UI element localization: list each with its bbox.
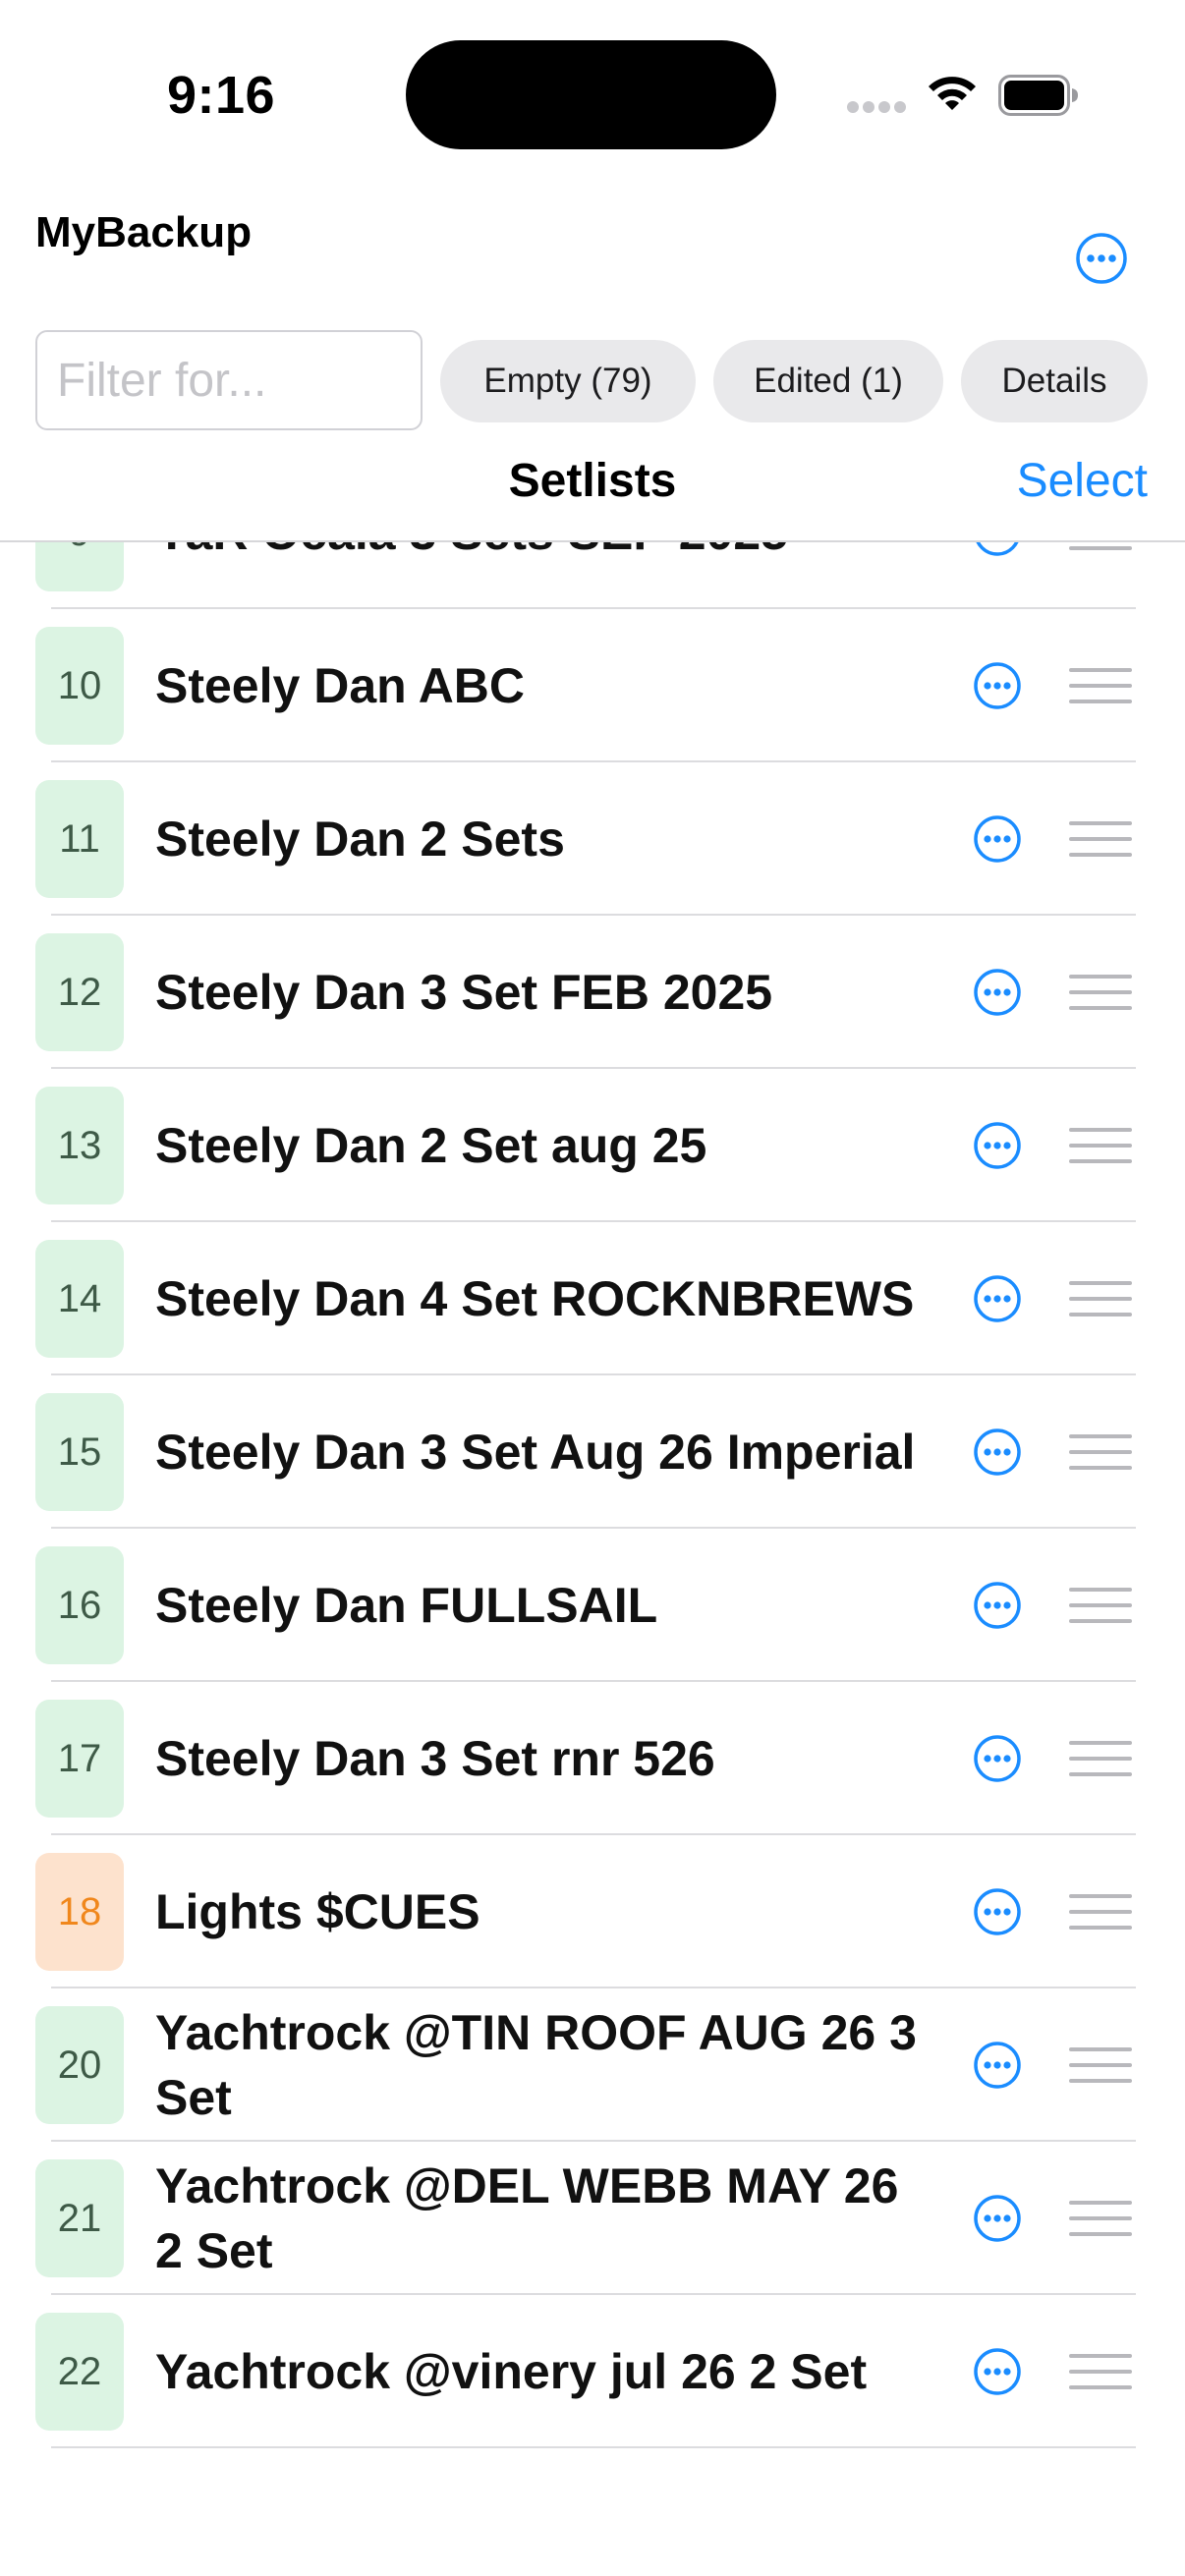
- drag-handle-icon[interactable]: [1069, 2047, 1132, 2083]
- setlist-row[interactable]: 9 YaR Ocala 3 Sets SEP 2025: [0, 542, 1185, 609]
- empty-filter-chip[interactable]: Empty (79): [440, 340, 696, 422]
- cellular-signal-icon: [847, 101, 906, 115]
- setlist-title: Steely Dan FULLSAIL: [155, 1578, 658, 1633]
- setlist-row[interactable]: 12 Steely Dan 3 Set FEB 2025: [0, 916, 1185, 1069]
- setlist-number-badge: 11: [35, 780, 124, 898]
- drag-handle-icon[interactable]: [1069, 2354, 1132, 2389]
- row-more-options-icon[interactable]: [973, 968, 1022, 1017]
- page-title: Setlists: [508, 455, 677, 507]
- setlist-number-badge: 13: [35, 1087, 124, 1204]
- setlist-number-badge: 12: [35, 933, 124, 1051]
- setlist-number-badge: 10: [35, 627, 124, 745]
- drag-handle-icon[interactable]: [1069, 1588, 1132, 1623]
- drag-handle-icon[interactable]: [1069, 1434, 1132, 1470]
- select-button[interactable]: Select: [1017, 454, 1148, 508]
- dynamic-island: [406, 40, 776, 149]
- setlist-number-badge: 9: [35, 542, 124, 591]
- row-more-options-icon[interactable]: [973, 1274, 1022, 1323]
- drag-handle-icon[interactable]: [1069, 1281, 1132, 1316]
- setlist-row[interactable]: 18 Lights $CUES: [0, 1835, 1185, 1988]
- row-more-options-icon[interactable]: [973, 814, 1022, 864]
- row-more-options-icon[interactable]: [973, 661, 1022, 710]
- details-chip[interactable]: Details: [961, 340, 1148, 422]
- drag-handle-icon[interactable]: [1069, 668, 1132, 703]
- setlist-title: Yachtrock @vinery jul 26 2 Set: [155, 2344, 868, 2399]
- row-more-options-icon[interactable]: [973, 1121, 1022, 1170]
- setlist-row[interactable]: 15 Steely Dan 3 Set Aug 26 Imperial: [0, 1375, 1185, 1529]
- setlist-number-badge: 15: [35, 1393, 124, 1511]
- setlist-title: Steely Dan 4 Set ROCKNBREWS: [155, 1271, 915, 1326]
- row-more-options-icon[interactable]: [973, 2041, 1022, 2090]
- row-divider: [51, 2446, 1136, 2448]
- row-more-options-icon[interactable]: [973, 1887, 1022, 1936]
- row-more-options-icon[interactable]: [973, 1581, 1022, 1630]
- setlist-row[interactable]: 17 Steely Dan 3 Set rnr 526: [0, 1682, 1185, 1835]
- drag-handle-icon[interactable]: [1069, 1894, 1132, 1930]
- edited-filter-chip[interactable]: Edited (1): [713, 340, 943, 422]
- setlist-title: Yachtrock @DEL WEBB MAY 26 2 Set: [155, 2158, 899, 2278]
- status-time: 9:16: [167, 66, 276, 125]
- drag-handle-icon[interactable]: [1069, 1128, 1132, 1163]
- setlist-title: Steely Dan 3 Set Aug 26 Imperial: [155, 1425, 916, 1480]
- setlist-title: Steely Dan 2 Set aug 25: [155, 1118, 707, 1173]
- setlist-title: Steely Dan 2 Sets: [155, 812, 565, 867]
- setlist-title: Lights $CUES: [155, 1884, 480, 1939]
- setlist-list-content: 9 YaR Ocala 3 Sets SEP 2025 10 Steely Dan A…: [0, 542, 1185, 2448]
- ellipsis-circle-icon[interactable]: [1075, 232, 1128, 285]
- setlist-title: Steely Dan 3 Set rnr 526: [155, 1731, 715, 1786]
- battery-icon: [998, 75, 1078, 116]
- drag-handle-icon[interactable]: [1069, 542, 1132, 550]
- setlist-row[interactable]: 20 Yachtrock @TIN ROOF AUG 26 3 Set: [0, 1988, 1185, 2142]
- setlist-number-badge: 22: [35, 2313, 124, 2431]
- setlist-number-badge: 21: [35, 2159, 124, 2277]
- setlist-number-badge: 20: [35, 2006, 124, 2124]
- drag-handle-icon[interactable]: [1069, 821, 1132, 857]
- row-more-options-icon[interactable]: [973, 542, 1022, 557]
- setlist-row[interactable]: 10 Steely Dan ABC: [0, 609, 1185, 762]
- drag-handle-icon[interactable]: [1069, 975, 1132, 1010]
- setlist-title: Steely Dan 3 Set FEB 2025: [155, 965, 773, 1020]
- setlist-number-badge: 18: [35, 1853, 124, 1971]
- setlist-row[interactable]: 13 Steely Dan 2 Set aug 25: [0, 1069, 1185, 1222]
- setlist-number-badge: 16: [35, 1546, 124, 1664]
- setlist-row[interactable]: 22 Yachtrock @vinery jul 26 2 Set: [0, 2295, 1185, 2448]
- setlist-number-badge: 14: [35, 1240, 124, 1358]
- filter-input[interactable]: [35, 330, 423, 430]
- setlist-row[interactable]: 14 Steely Dan 4 Set ROCKNBREWS: [0, 1222, 1185, 1375]
- row-more-options-icon[interactable]: [973, 1734, 1022, 1783]
- setlist-title: YaR Ocala 3 Sets SEP 2025: [155, 542, 922, 609]
- wifi-icon: [929, 77, 976, 110]
- row-more-options-icon[interactable]: [973, 2194, 1022, 2243]
- setlist-title: Steely Dan ABC: [155, 658, 526, 713]
- setlist-number-badge: 17: [35, 1700, 124, 1818]
- app-title: MyBackup: [35, 208, 253, 256]
- setlist-row[interactable]: 16 Steely Dan FULLSAIL: [0, 1529, 1185, 1682]
- row-more-options-icon[interactable]: [973, 1428, 1022, 1477]
- setlist-row[interactable]: 11 Steely Dan 2 Sets: [0, 762, 1185, 916]
- drag-handle-icon[interactable]: [1069, 2201, 1132, 2236]
- setlist-row[interactable]: 21 Yachtrock @DEL WEBB MAY 26 2 Set: [0, 2142, 1185, 2295]
- status-bar: 9:16: [0, 0, 1185, 187]
- setlist-list[interactable]: 9 YaR Ocala 3 Sets SEP 2025 10 Steely Dan A…: [0, 542, 1185, 2576]
- setlist-title: Yachtrock @TIN ROOF AUG 26 3 Set: [155, 2005, 917, 2125]
- drag-handle-icon[interactable]: [1069, 1741, 1132, 1776]
- row-more-options-icon[interactable]: [973, 2347, 1022, 2396]
